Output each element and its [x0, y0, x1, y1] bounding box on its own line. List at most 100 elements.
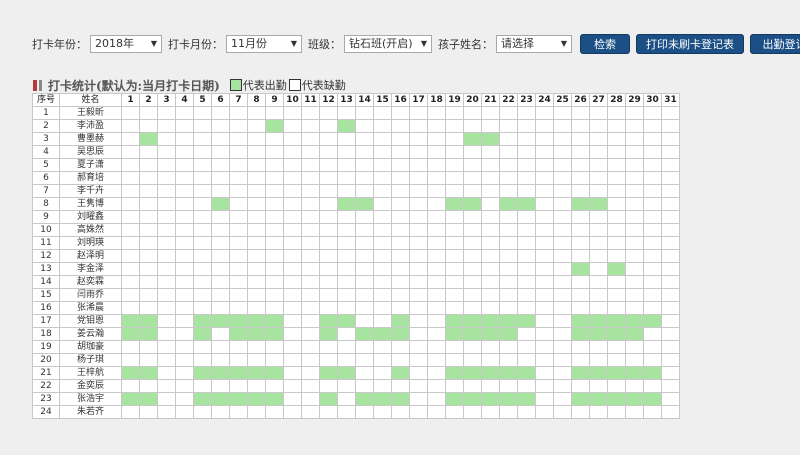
attendance-cell-present: [463, 314, 482, 328]
attendance-cell-absent: [301, 327, 320, 341]
attendance-cell-absent: [175, 236, 194, 250]
attendance-cell-absent: [301, 405, 320, 419]
attendance-cell-absent: [355, 223, 374, 237]
attendance-cell-absent: [535, 119, 554, 133]
attendance-cell-absent: [661, 119, 680, 133]
attendance-cell-absent: [445, 288, 464, 302]
attendance-cell-absent: [391, 210, 410, 224]
attendance-cell-absent: [553, 184, 572, 198]
year-select[interactable]: 2018年 ▼: [90, 35, 162, 53]
student-name: 杨子琪: [59, 353, 122, 367]
attendance-cell-absent: [337, 405, 356, 419]
attendance-cell-absent: [355, 145, 374, 159]
row-index: 3: [32, 132, 60, 146]
attendance-cell-absent: [121, 184, 140, 198]
attendance-cell-present: [463, 132, 482, 146]
attendance-cell-absent: [409, 236, 428, 250]
attendance-cell-absent: [157, 314, 176, 328]
attendance-cell-absent: [157, 262, 176, 276]
attendance-cell-absent: [355, 184, 374, 198]
class-select[interactable]: 钻石班(开启) ▼: [344, 35, 432, 53]
attendance-cell-absent: [643, 106, 662, 120]
child-select[interactable]: 请选择 ▼: [496, 35, 572, 53]
attendance-register-button[interactable]: 出勤登记表: [750, 34, 800, 54]
attendance-cell-absent: [625, 262, 644, 276]
attendance-cell-present: [391, 314, 410, 328]
attendance-cell-absent: [517, 340, 536, 354]
attendance-cell-present: [607, 314, 626, 328]
attendance-cell-absent: [229, 275, 248, 289]
attendance-cell-present: [319, 392, 338, 406]
attendance-cell-absent: [391, 197, 410, 211]
attendance-cell-absent: [589, 249, 608, 263]
attendance-cell-absent: [337, 288, 356, 302]
print-unpunched-button[interactable]: 打印未刷卡登记表: [636, 34, 744, 54]
attendance-cell-absent: [373, 340, 392, 354]
attendance-cell-absent: [463, 119, 482, 133]
attendance-cell-absent: [391, 353, 410, 367]
attendance-cell-absent: [301, 301, 320, 315]
attendance-cell-absent: [265, 405, 284, 419]
attendance-cell-absent: [319, 301, 338, 315]
attendance-cell-present: [589, 314, 608, 328]
attendance-cell-absent: [661, 184, 680, 198]
table-row: 5 夏子潇: [32, 158, 680, 172]
attendance-cell-absent: [499, 158, 518, 172]
attendance-cell-present: [625, 392, 644, 406]
attendance-cell-present: [499, 392, 518, 406]
chevron-down-icon: ▼: [560, 39, 567, 48]
attendance-cell-absent: [499, 353, 518, 367]
attendance-cell-absent: [463, 379, 482, 393]
attendance-cell-absent: [427, 262, 446, 276]
attendance-cell-absent: [535, 262, 554, 276]
attendance-cell-absent: [247, 145, 266, 159]
attendance-cell-absent: [481, 301, 500, 315]
attendance-cell-absent: [643, 197, 662, 211]
attendance-cell-absent: [265, 223, 284, 237]
attendance-cell-absent: [625, 171, 644, 185]
attendance-cell-absent: [139, 236, 158, 250]
attendance-cell-absent: [283, 106, 302, 120]
col-header-day-22: 22: [499, 93, 518, 107]
attendance-cell-present: [607, 366, 626, 380]
attendance-cell-absent: [193, 236, 212, 250]
attendance-cell-present: [337, 314, 356, 328]
attendance-cell-absent: [499, 405, 518, 419]
attendance-cell-absent: [427, 314, 446, 328]
table-row: 22 金奕辰: [32, 379, 680, 393]
attendance-cell-present: [265, 327, 284, 341]
col-header-day-2: 2: [139, 93, 158, 107]
attendance-cell-absent: [337, 275, 356, 289]
attendance-cell-present: [571, 392, 590, 406]
search-button[interactable]: 检索: [580, 34, 630, 54]
table-row: 24 朱若齐: [32, 405, 680, 419]
attendance-cell-absent: [319, 236, 338, 250]
attendance-cell-present: [121, 327, 140, 341]
attendance-cell-absent: [355, 366, 374, 380]
attendance-cell-absent: [661, 301, 680, 315]
col-header-day-27: 27: [589, 93, 608, 107]
attendance-cell-present: [463, 197, 482, 211]
row-index: 7: [32, 184, 60, 198]
attendance-cell-absent: [499, 210, 518, 224]
attendance-cell-absent: [373, 132, 392, 146]
attendance-cell-absent: [355, 353, 374, 367]
attendance-cell-absent: [301, 119, 320, 133]
attendance-cell-absent: [643, 301, 662, 315]
col-header-day-17: 17: [409, 93, 428, 107]
col-header-day-10: 10: [283, 93, 302, 107]
attendance-cell-absent: [535, 145, 554, 159]
month-select[interactable]: 11月份 ▼: [226, 35, 302, 53]
attendance-cell-absent: [301, 158, 320, 172]
row-index: 9: [32, 210, 60, 224]
legend-present-swatch: [229, 79, 242, 91]
attendance-cell-absent: [625, 106, 644, 120]
attendance-cell-absent: [553, 366, 572, 380]
attendance-cell-absent: [247, 301, 266, 315]
attendance-cell-absent: [211, 379, 230, 393]
attendance-cell-absent: [535, 353, 554, 367]
attendance-cell-absent: [589, 119, 608, 133]
attendance-cell-absent: [337, 223, 356, 237]
attendance-cell-absent: [247, 379, 266, 393]
attendance-cell-absent: [535, 249, 554, 263]
